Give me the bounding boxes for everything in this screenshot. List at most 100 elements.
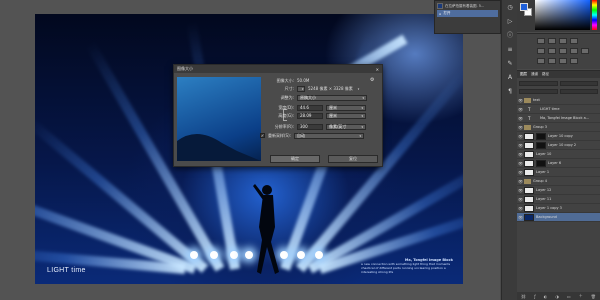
eye-icon[interactable]: 👁 bbox=[517, 134, 524, 139]
history-state-open[interactable]: ▫ 打开 bbox=[437, 10, 498, 17]
resolution-label: 分辨率(R): bbox=[274, 123, 294, 129]
vibrance-icon[interactable] bbox=[537, 48, 545, 54]
layer-row[interactable]: 👁 Layer 10 copy 2 bbox=[517, 141, 600, 150]
blend-mode-select[interactable] bbox=[519, 88, 558, 94]
height-unit-select[interactable]: 厘米 ▾ bbox=[326, 112, 366, 119]
brightness-icon[interactable] bbox=[537, 38, 545, 44]
photo-filter-icon[interactable] bbox=[581, 48, 589, 54]
layer-row[interactable]: 👁 Layer 10 bbox=[517, 150, 600, 159]
color-balance-icon[interactable] bbox=[559, 48, 567, 54]
opacity-input[interactable] bbox=[559, 88, 598, 94]
fit-to-label: 调整为: bbox=[280, 94, 294, 100]
layer-row[interactable]: 👁 Layer 6 bbox=[517, 159, 600, 168]
tab-channels[interactable]: 通道 bbox=[531, 72, 538, 77]
trash-icon[interactable]: 🗑 bbox=[591, 294, 596, 299]
eye-icon[interactable]: 👁 bbox=[517, 98, 524, 103]
filter-icons[interactable] bbox=[559, 80, 598, 86]
layer-row[interactable]: 👁 Group 3 bbox=[517, 123, 600, 132]
history-snapshot[interactable]: 在拉萨拍摄有着装图. 5... bbox=[437, 2, 498, 10]
dialog-titlebar[interactable]: 图像大小 ✕ bbox=[174, 65, 382, 73]
properties-icon[interactable]: ≡ bbox=[505, 46, 515, 54]
hue-slider[interactable] bbox=[592, 0, 597, 30]
black-white-icon[interactable] bbox=[570, 48, 578, 54]
layer-row[interactable]: 👁 Background bbox=[517, 213, 600, 222]
posterize-icon[interactable] bbox=[548, 58, 556, 64]
width-unit: 厘米 bbox=[329, 104, 337, 110]
reset-button[interactable]: 复位 bbox=[328, 155, 378, 163]
eye-icon[interactable]: 👁 bbox=[517, 107, 524, 112]
eye-icon[interactable]: 👁 bbox=[517, 215, 524, 220]
image-size-dialog: 图像大小 ✕ ⚙ 图像大小: 50.0M 尺寸: ▾ 5248 像素 × 332… bbox=[173, 64, 383, 167]
layer-filter-select[interactable] bbox=[519, 80, 558, 86]
eye-icon[interactable]: 👁 bbox=[517, 125, 524, 130]
eye-icon[interactable]: 👁 bbox=[517, 143, 524, 148]
layer-mask-thumbnail[interactable] bbox=[536, 132, 546, 140]
history-icon[interactable]: ◷ bbox=[505, 4, 515, 12]
new-layer-icon[interactable]: ＋ bbox=[579, 293, 583, 299]
width-input[interactable]: 44.6 bbox=[297, 104, 323, 111]
ok-button[interactable]: 确定 bbox=[270, 155, 320, 163]
layers-panel: 图层 通道 路径 👁 text 👁 T LIGHT time 👁 T Ma, Tongfei … bbox=[517, 70, 600, 300]
paragraph-icon[interactable]: ¶ bbox=[505, 88, 515, 96]
foreground-color-swatch[interactable] bbox=[520, 3, 528, 11]
curves-icon[interactable] bbox=[559, 38, 567, 44]
close-icon[interactable]: ✕ bbox=[376, 67, 379, 72]
eye-icon[interactable]: 👁 bbox=[517, 188, 524, 193]
layer-row[interactable]: 👁 Layer 12 bbox=[517, 186, 600, 195]
eye-icon[interactable]: 👁 bbox=[517, 179, 524, 184]
layer-row[interactable]: 👁 T LIGHT time bbox=[517, 105, 600, 114]
layer-row[interactable]: 👁 text bbox=[517, 96, 600, 105]
layer-mask-thumbnail[interactable] bbox=[536, 141, 546, 149]
brush-icon[interactable]: ✎ bbox=[505, 60, 515, 68]
eye-icon[interactable]: 👁 bbox=[517, 116, 524, 121]
exposure-icon[interactable] bbox=[570, 38, 578, 44]
dimensions-toggle[interactable]: ▾ bbox=[297, 85, 305, 92]
levels-icon[interactable] bbox=[548, 38, 556, 44]
credit-body: a new connection with something light th… bbox=[361, 262, 451, 274]
image-size-label: 图像大小: bbox=[276, 77, 294, 83]
resample-select[interactable]: 自动 ▾ bbox=[294, 132, 365, 139]
color-field[interactable] bbox=[535, 0, 590, 30]
color-panel bbox=[517, 0, 600, 32]
layer-row[interactable]: 👁 Group 4 bbox=[517, 177, 600, 186]
image-preview[interactable] bbox=[177, 77, 261, 161]
folder-icon[interactable]: ▭ bbox=[567, 294, 571, 299]
resolution-input[interactable]: 300 bbox=[297, 123, 323, 130]
gradient-map-icon[interactable] bbox=[570, 58, 578, 64]
invert-icon[interactable] bbox=[537, 58, 545, 64]
tab-paths[interactable]: 路径 bbox=[542, 72, 549, 77]
eye-icon[interactable]: 👁 bbox=[517, 197, 524, 202]
gear-icon[interactable]: ⚙ bbox=[370, 77, 374, 83]
mask-icon[interactable]: ◐ bbox=[544, 294, 548, 299]
link-icon[interactable]: ⛓ bbox=[521, 294, 526, 299]
eye-icon[interactable]: 👁 bbox=[517, 170, 524, 175]
layer-mask-thumbnail[interactable] bbox=[536, 159, 546, 167]
chevron-down-icon[interactable]: ▾ bbox=[358, 87, 360, 91]
eye-icon[interactable]: 👁 bbox=[517, 152, 524, 157]
canvas-area[interactable]: LIGHT time Ma, Tongfei Image Block a new… bbox=[0, 0, 500, 300]
layer-row[interactable]: 👁 T Ma, Tongfei Image Block a... bbox=[517, 114, 600, 123]
actions-icon[interactable]: ▷ bbox=[505, 18, 515, 26]
info-icon[interactable]: ⓘ bbox=[505, 32, 515, 40]
resample-checkbox[interactable]: ✓ bbox=[260, 133, 265, 138]
fx-icon[interactable]: ƒ bbox=[534, 294, 535, 299]
height-input[interactable]: 28.09 bbox=[297, 112, 323, 119]
adjustment-layer-icon[interactable]: ◑ bbox=[555, 294, 559, 299]
layer-row[interactable]: 👁 Layer 10 copy bbox=[517, 132, 600, 141]
snapshot-thumbnail bbox=[437, 3, 443, 9]
eye-icon[interactable]: 👁 bbox=[517, 206, 524, 211]
tab-layers[interactable]: 图层 bbox=[520, 72, 527, 77]
hue-saturation-icon[interactable] bbox=[548, 48, 556, 54]
layer-name: Ma, Tongfei Image Block a... bbox=[540, 116, 590, 120]
layer-name: LIGHT time bbox=[540, 107, 560, 111]
character-icon[interactable]: A bbox=[505, 74, 515, 82]
layer-row[interactable]: 👁 Layer 1 copy 3 bbox=[517, 204, 600, 213]
resolution-unit-select[interactable]: 像素/英寸 ▾ bbox=[326, 123, 366, 130]
eye-icon[interactable]: 👁 bbox=[517, 161, 524, 166]
fit-to-select[interactable]: 原稿大小 ▾ bbox=[297, 94, 367, 101]
layer-row[interactable]: 👁 Layer 11 bbox=[517, 195, 600, 204]
resample-value: 自动 bbox=[297, 132, 306, 138]
threshold-icon[interactable] bbox=[559, 58, 567, 64]
width-unit-select[interactable]: 厘米 ▾ bbox=[326, 104, 366, 111]
layer-row[interactable]: 👁 Layer 1 bbox=[517, 168, 600, 177]
